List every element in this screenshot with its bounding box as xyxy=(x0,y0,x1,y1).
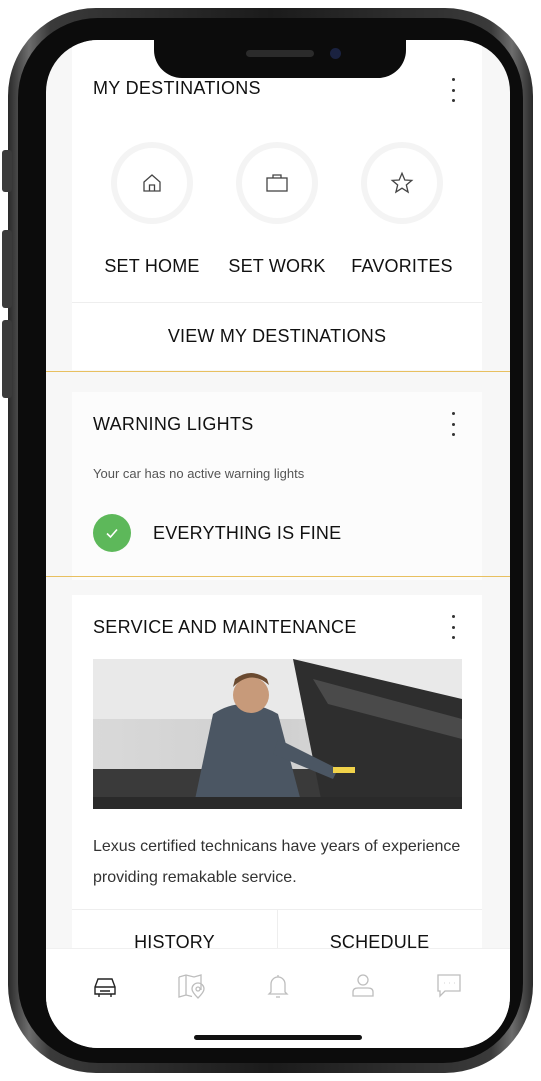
tab-vehicle[interactable] xyxy=(90,971,120,1001)
service-more-icon[interactable] xyxy=(444,615,462,639)
briefcase-icon xyxy=(242,148,312,218)
map-icon xyxy=(178,974,205,999)
tab-profile[interactable] xyxy=(348,971,378,1001)
home-icon xyxy=(117,148,187,218)
star-icon xyxy=(367,148,437,218)
volume-up-button xyxy=(2,230,12,308)
set-work-button[interactable]: SET WORK xyxy=(217,148,337,277)
warning-more-icon[interactable] xyxy=(444,412,462,436)
front-camera xyxy=(330,48,341,59)
speaker xyxy=(246,50,314,57)
chat-icon xyxy=(437,974,461,998)
warning-lights-card: WARNING LIGHTS Your car has no active wa… xyxy=(72,392,482,580)
warning-subtitle: Your car has no active warning lights xyxy=(93,466,305,481)
tab-notifications[interactable] xyxy=(263,971,293,1001)
destinations-card: MY DESTINATIONS SET HOME SET WORK FAVORI… xyxy=(72,40,482,370)
set-home-button[interactable]: SET HOME xyxy=(92,148,212,277)
set-home-label: SET HOME xyxy=(104,256,200,276)
bell-icon xyxy=(267,975,289,998)
tab-messages[interactable] xyxy=(434,971,464,1001)
view-destinations-button[interactable]: VIEW MY DESTINATIONS xyxy=(72,326,482,347)
mute-switch xyxy=(2,150,12,192)
service-description: Lexus certified technicans have years of… xyxy=(93,838,461,886)
service-title: SERVICE AND MAINTENANCE xyxy=(93,617,357,637)
check-icon xyxy=(93,514,131,552)
destinations-more-icon[interactable] xyxy=(444,78,462,102)
tab-map[interactable] xyxy=(176,971,206,1001)
tab-bar xyxy=(46,948,510,1048)
divider xyxy=(72,302,482,303)
user-icon xyxy=(352,974,374,997)
favorites-label: FAVORITES xyxy=(351,256,453,276)
notch xyxy=(154,40,406,78)
warning-lights-title: WARNING LIGHTS xyxy=(93,414,254,434)
status-text: EVERYTHING IS FINE xyxy=(153,523,342,543)
screen: MY DESTINATIONS SET HOME SET WORK FAVORI… xyxy=(46,40,510,1048)
home-indicator[interactable] xyxy=(194,1035,362,1040)
service-card: SERVICE AND MAINTENANCE Lexus certified … xyxy=(72,595,482,975)
volume-down-button xyxy=(2,320,12,398)
technician-image xyxy=(93,659,462,809)
destinations-title: MY DESTINATIONS xyxy=(93,78,261,98)
favorites-button[interactable]: FAVORITES xyxy=(342,148,462,277)
scroll-content[interactable]: MY DESTINATIONS SET HOME SET WORK FAVORI… xyxy=(46,40,510,975)
set-work-label: SET WORK xyxy=(228,256,326,276)
car-icon xyxy=(94,978,116,997)
